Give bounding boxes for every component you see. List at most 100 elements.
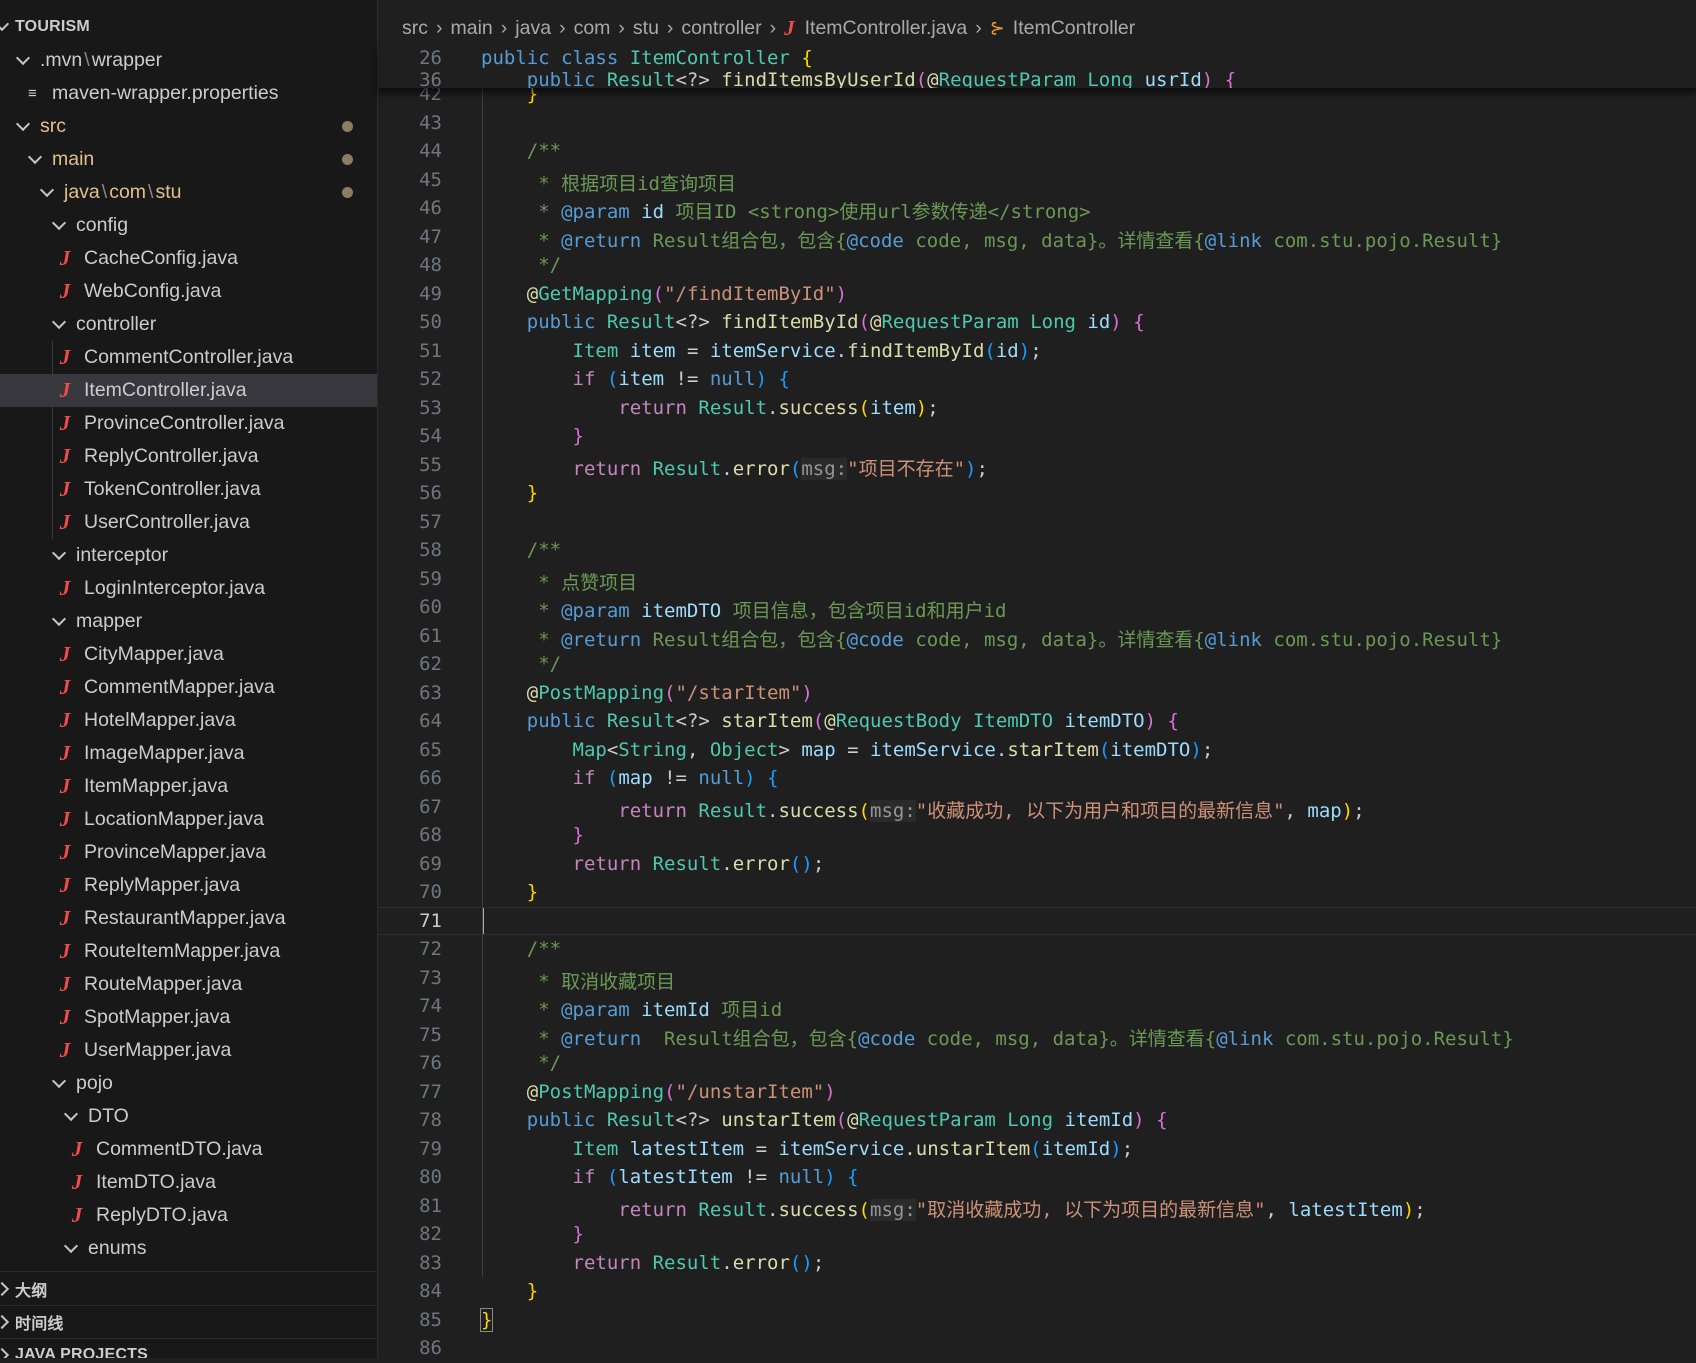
tree-folder-pojo[interactable]: pojo (0, 1067, 377, 1100)
code-line[interactable]: 66 if (map != null) { (378, 764, 1696, 793)
code-line[interactable]: 55 return Result.error(msg:"项目不存在"); (378, 451, 1696, 480)
code-line[interactable]: 58 /** (378, 536, 1696, 565)
code-line[interactable]: 54 } (378, 422, 1696, 451)
tree-folder-mapper[interactable]: mapper (0, 605, 377, 638)
breadcrumb-item[interactable]: main (451, 17, 493, 40)
code-line[interactable]: 72 /** (378, 935, 1696, 964)
code-line[interactable]: 65 Map<String, Object> map = itemService… (378, 736, 1696, 765)
tree-folder-enums[interactable]: enums (0, 1232, 377, 1265)
code-line[interactable]: 45 * 根据项目id查询项目 (378, 166, 1696, 195)
code-line[interactable]: 86 (378, 1334, 1696, 1363)
tree-file-routeitemmapper[interactable]: J RouteItemMapper.java (0, 935, 377, 968)
tree-file-usercontroller[interactable]: J UserController.java (0, 506, 377, 539)
code-line[interactable]: 80 if (latestItem != null) { (378, 1163, 1696, 1192)
code-line[interactable]: 53 return Result.success(item); (378, 394, 1696, 423)
explorer-root-tourism[interactable]: TOURISM (0, 10, 377, 43)
tree-file-logininterceptor[interactable]: J LoginInterceptor.java (0, 572, 377, 605)
code-line[interactable]: 61 * @return Result组合包，包含{@code code, ms… (378, 622, 1696, 651)
code-line[interactable]: 70 } (378, 878, 1696, 907)
code-line[interactable]: 43 (378, 109, 1696, 138)
section-timeline[interactable]: 时间线 (0, 1305, 377, 1338)
code-line[interactable]: 57 (378, 508, 1696, 537)
section-java-projects[interactable]: JAVA PROJECTS (0, 1338, 377, 1358)
tree-file-tokencontroller[interactable]: J TokenController.java (0, 473, 377, 506)
tree-file-commentmapper[interactable]: J CommentMapper.java (0, 671, 377, 704)
tree-file-commentdto[interactable]: J CommentDTO.java (0, 1133, 377, 1166)
code-line[interactable]: 50 public Result<?> findItemById(@Reques… (378, 308, 1696, 337)
tree-file-locationmapper[interactable]: J LocationMapper.java (0, 803, 377, 836)
tree-folder-java-com-stu[interactable]: java \ com \ stu (0, 176, 377, 209)
tree-file-replycontroller[interactable]: J ReplyController.java (0, 440, 377, 473)
tree-file-spotmapper[interactable]: J SpotMapper.java (0, 1001, 377, 1034)
code-line[interactable]: 73 * 取消收藏项目 (378, 964, 1696, 993)
code-line[interactable]: 62 */ (378, 650, 1696, 679)
tree-folder-main[interactable]: main (0, 143, 377, 176)
tree-file-imagemapper[interactable]: J ImageMapper.java (0, 737, 377, 770)
code-line[interactable]: 82 } (378, 1220, 1696, 1249)
tree-file-maven-wrapper-properties[interactable]: ≡ maven-wrapper.properties (0, 77, 377, 110)
line-number: 44 (419, 140, 442, 162)
code-line[interactable]: 84 } (378, 1277, 1696, 1306)
tree-folder-dto[interactable]: DTO (0, 1100, 377, 1133)
section-label: JAVA PROJECTS (15, 1346, 148, 1358)
tree-label: pojo (76, 1072, 113, 1094)
tree-file-citymapper[interactable]: J CityMapper.java (0, 638, 377, 671)
code-line[interactable]: 85} (378, 1306, 1696, 1335)
line-code: public Result<?> unstarItem(@RequestPara… (526, 1109, 1168, 1131)
code-line[interactable]: 52 if (item != null) { (378, 365, 1696, 394)
tree-file-webconfig[interactable]: J WebConfig.java (0, 275, 377, 308)
breadcrumb-file[interactable]: ItemController.java (805, 17, 968, 40)
tree-file-commentcontroller[interactable]: J CommentController.java (0, 341, 377, 374)
tree-file-itemdto[interactable]: J ItemDTO.java (0, 1166, 377, 1199)
tree-file-restaurantmapper[interactable]: J RestaurantMapper.java (0, 902, 377, 935)
code-line[interactable]: 71 (378, 907, 1696, 936)
breadcrumb-item[interactable]: com (574, 17, 611, 40)
breadcrumb-item[interactable]: java (515, 17, 551, 40)
tree-label: CommentDTO.java (96, 1138, 263, 1160)
section-outline[interactable]: 大纲 (0, 1272, 377, 1305)
code-line[interactable]: 48 */ (378, 251, 1696, 280)
tree-file-hotelmapper[interactable]: J HotelMapper.java (0, 704, 377, 737)
tree-folder-controller[interactable]: controller (0, 308, 377, 341)
code-line[interactable]: 69 return Result.error(); (378, 850, 1696, 879)
code-line[interactable]: 47 * @return Result组合包，包含{@code code, ms… (378, 223, 1696, 252)
tree-folder-src[interactable]: src (0, 110, 377, 143)
tree-folder-interceptor[interactable]: interceptor (0, 539, 377, 572)
code-line[interactable]: 44 /** (378, 137, 1696, 166)
code-line[interactable]: 79 Item latestItem = itemService.unstarI… (378, 1135, 1696, 1164)
breadcrumb-symbol[interactable]: ItemController (1013, 17, 1135, 40)
tree-file-itemmapper[interactable]: J ItemMapper.java (0, 770, 377, 803)
code-line[interactable]: 46 * @param id 项目ID <strong>使用url参数传递</s… (378, 194, 1696, 223)
code-line[interactable]: 67 return Result.success(msg:"收藏成功, 以下为用… (378, 793, 1696, 822)
code-line[interactable]: 78 public Result<?> unstarItem(@RequestP… (378, 1106, 1696, 1135)
tree-folder-config[interactable]: config (0, 209, 377, 242)
code-line[interactable]: 59 * 点赞项目 (378, 565, 1696, 594)
code-line[interactable]: 60 * @param itemDTO 项目信息，包含项目id和用户id (378, 593, 1696, 622)
code-line[interactable]: 74 * @param itemId 项目id (378, 992, 1696, 1021)
breadcrumb-item[interactable]: src (402, 17, 428, 40)
code-editor[interactable]: src › main › java › com › stu › controller › J… (378, 0, 1696, 1359)
code-line[interactable]: 63 @PostMapping("/starItem") (378, 679, 1696, 708)
tree-file-replymapper[interactable]: J ReplyMapper.java (0, 869, 377, 902)
tree-file-itemcontroller[interactable]: J ItemController.java (0, 374, 377, 407)
code-line[interactable]: 76 */ (378, 1049, 1696, 1078)
code-line[interactable]: 81 return Result.success(msg:"取消收藏成功, 以下… (378, 1192, 1696, 1221)
tree-file-routemapper[interactable]: J RouteMapper.java (0, 968, 377, 1001)
code-line[interactable]: 83 return Result.error(); (378, 1249, 1696, 1278)
sticky-scroll-header[interactable]: 26 public class ItemController { 36 publ… (378, 44, 1696, 88)
code-line[interactable]: 64 public Result<?> starItem(@RequestBod… (378, 707, 1696, 736)
tree-folder-mvn-wrapper[interactable]: .mvn \ wrapper (0, 44, 377, 77)
code-line[interactable]: 51 Item item = itemService.findItemById(… (378, 337, 1696, 366)
code-line[interactable]: 77 @PostMapping("/unstarItem") (378, 1078, 1696, 1107)
breadcrumb-item[interactable]: stu (633, 17, 659, 40)
tree-file-usermapper[interactable]: J UserMapper.java (0, 1034, 377, 1067)
tree-file-replydto[interactable]: J ReplyDTO.java (0, 1199, 377, 1232)
code-line[interactable]: 75 * @return Result组合包，包含{@code code, ms… (378, 1021, 1696, 1050)
code-line[interactable]: 49 @GetMapping("/findItemById") (378, 280, 1696, 309)
breadcrumb-item[interactable]: controller (681, 17, 761, 40)
tree-file-provincemapper[interactable]: J ProvinceMapper.java (0, 836, 377, 869)
code-line[interactable]: 68 } (378, 821, 1696, 850)
tree-file-cacheconfig[interactable]: J CacheConfig.java (0, 242, 377, 275)
code-line[interactable]: 56 } (378, 479, 1696, 508)
tree-file-provincecontroller[interactable]: J ProvinceController.java (0, 407, 377, 440)
